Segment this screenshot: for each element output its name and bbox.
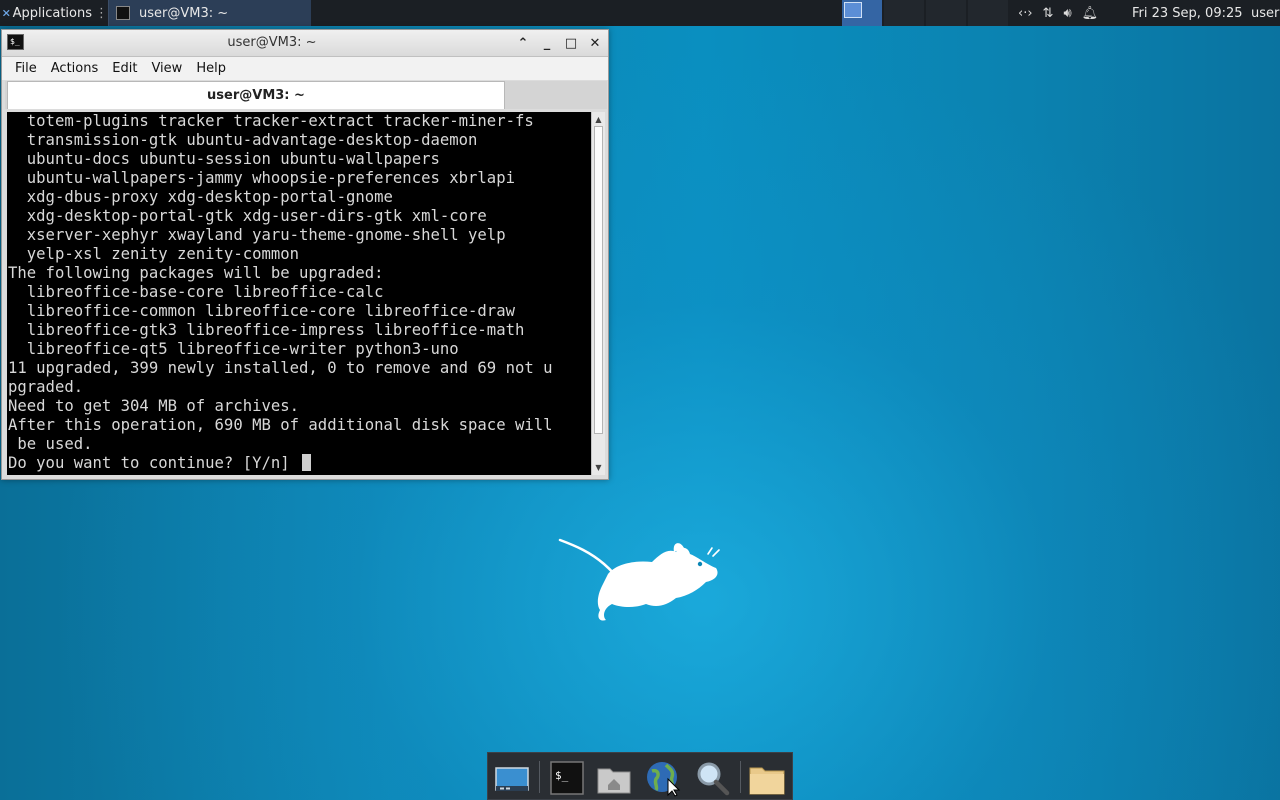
show-desktop-icon[interactable] [493, 759, 531, 797]
terminal-line: libreoffice-qt5 libreoffice-writer pytho… [8, 340, 459, 358]
dock-separator [539, 761, 540, 793]
scroll-down-icon[interactable]: ▼ [592, 461, 605, 474]
xfce-logo-icon [3, 9, 10, 17]
workspace-4[interactable] [968, 0, 1008, 26]
system-tray: ‹·› ⇅ 🔊︎ 🔔︎ [1018, 0, 1128, 26]
maximize-button[interactable]: □ [564, 36, 578, 51]
terminal-line: transmission-gtk ubuntu-advantage-deskto… [8, 131, 478, 149]
scroll-up-icon[interactable]: ▲ [592, 113, 605, 126]
workspace-window-thumbnail [844, 2, 862, 18]
clock[interactable]: Fri 23 Sep, 09:25 [1132, 0, 1243, 26]
terminal-icon[interactable]: $_ [548, 759, 586, 797]
tab-terminal[interactable]: user@VM3: ~ [7, 81, 505, 109]
workspace-1[interactable] [842, 0, 882, 26]
terminal-line: The following packages will be upgraded: [8, 264, 384, 282]
network-icon[interactable]: ‹·› [1018, 6, 1033, 21]
terminal-line: libreoffice-gtk3 libreoffice-impress lib… [8, 321, 525, 339]
terminal-line: 11 upgraded, 399 newly installed, 0 to r… [8, 359, 553, 377]
terminal-window: $_ user@VM3: ~ ⌃ _ □ ✕ File Actions Edit… [1, 29, 609, 480]
text-cursor [302, 454, 312, 471]
menu-actions[interactable]: Actions [44, 61, 106, 76]
workspace-3[interactable] [926, 0, 966, 26]
terminal-line: xserver-xephyr xwayland yaru-theme-gnome… [8, 226, 506, 244]
web-browser-icon[interactable] [644, 759, 682, 797]
transfer-icon[interactable]: ⇅ [1043, 6, 1054, 21]
search-icon[interactable] [693, 759, 731, 797]
dock-separator [740, 761, 741, 793]
terminal-line: After this operation, 690 MB of addition… [8, 416, 553, 434]
workspace-2[interactable] [884, 0, 924, 26]
user-menu[interactable]: user [1251, 0, 1279, 26]
terminal-line: totem-plugins tracker tracker-extract tr… [8, 112, 534, 130]
svg-text:$_: $_ [555, 769, 569, 782]
menu-edit[interactable]: Edit [105, 61, 144, 76]
files-icon[interactable] [748, 759, 786, 797]
menu-separator-icon: ⋮ [95, 5, 108, 21]
terminal-line: Need to get 304 MB of archives. [8, 397, 300, 415]
terminal-line: libreoffice-base-core libreoffice-calc [8, 283, 384, 301]
applications-menu[interactable]: Applications ⋮ [0, 0, 108, 26]
shade-icon[interactable]: ⌃ [516, 36, 530, 51]
dock: $_ [487, 752, 793, 800]
tab-strip: user@VM3: ~ [5, 81, 607, 109]
terminal-line: ubuntu-docs ubuntu-session ubuntu-wallpa… [8, 150, 440, 168]
terminal-icon [116, 6, 130, 20]
menu-view[interactable]: View [144, 61, 189, 76]
menu-file[interactable]: File [2, 61, 44, 76]
xfce-mouse-logo-icon [558, 538, 720, 621]
window-title-bar[interactable]: $_ user@VM3: ~ ⌃ _ □ ✕ [2, 30, 608, 57]
home-folder-icon[interactable] [595, 759, 633, 797]
notification-bell-icon[interactable]: 🔔︎ [1082, 6, 1099, 21]
window-controls: ⌃ _ □ ✕ [516, 30, 602, 56]
window-title: user@VM3: ~ [227, 35, 317, 50]
close-button[interactable]: ✕ [588, 36, 602, 51]
terminal-line: xdg-dbus-proxy xdg-desktop-portal-gnome [8, 188, 393, 206]
terminal-prompt: Do you want to continue? [Y/n] [8, 454, 300, 472]
top-panel: Applications ⋮ user@VM3: ~ ‹·› ⇅ 🔊︎ 🔔︎ F… [0, 0, 1280, 26]
terminal-line: yelp-xsl zenity zenity-common [8, 245, 300, 263]
scrollbar-thumb[interactable] [594, 126, 603, 434]
terminal-line: be used. [8, 435, 93, 453]
applications-label: Applications [12, 5, 92, 21]
menu-help[interactable]: Help [189, 61, 233, 76]
terminal-output[interactable]: totem-plugins tracker tracker-extract tr… [7, 112, 591, 475]
terminal-line: xdg-desktop-portal-gtk xdg-user-dirs-gtk… [8, 207, 487, 225]
terminal-text: totem-plugins tracker tracker-extract tr… [7, 112, 591, 473]
terminal-line: libreoffice-common libreoffice-core libr… [8, 302, 515, 320]
terminal-line: pgraded. [8, 378, 84, 396]
minimize-button[interactable]: _ [540, 36, 554, 51]
taskbar-item-terminal[interactable]: user@VM3: ~ [108, 0, 311, 26]
menu-bar: File Actions Edit View Help [2, 57, 608, 80]
terminal-line: ubuntu-wallpapers-jammy whoopsie-prefere… [8, 169, 515, 187]
volume-icon[interactable]: 🔊︎ [1063, 6, 1071, 21]
taskbar-item-label: user@VM3: ~ [139, 5, 229, 21]
terminal-scrollbar[interactable]: ▲ ▼ [591, 112, 605, 475]
